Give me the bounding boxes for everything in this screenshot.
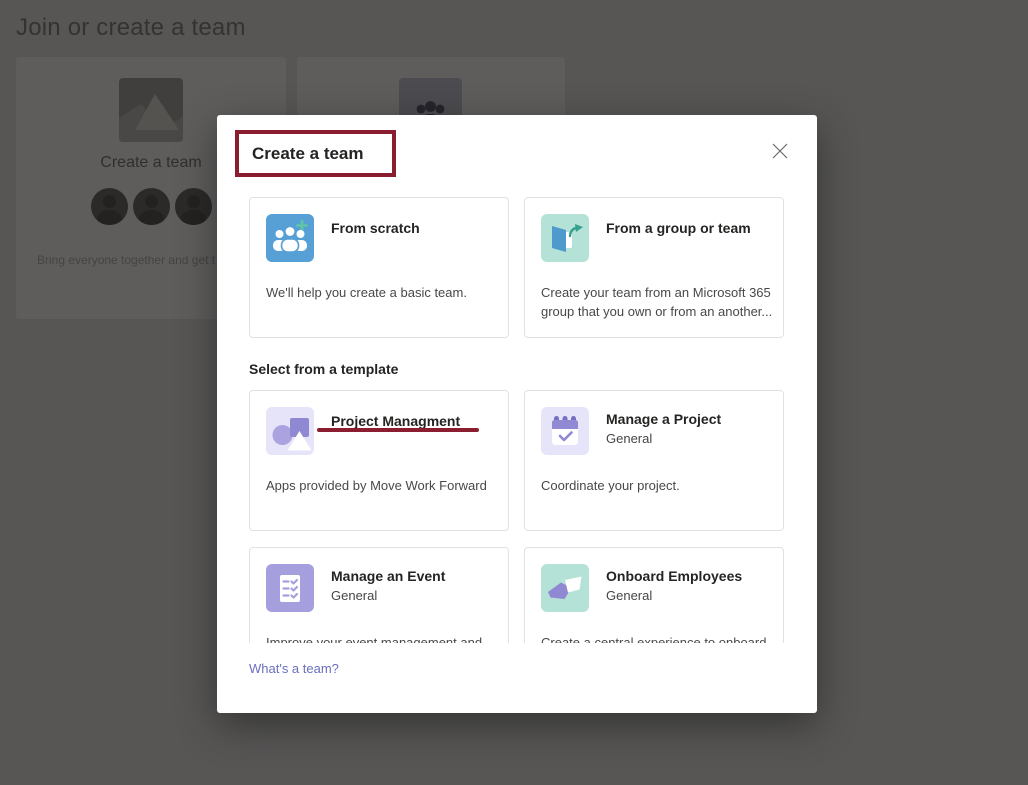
handshake-icon — [541, 564, 589, 612]
teams-join-create-page: Join or create a team Create a team Brin… — [0, 0, 1028, 785]
checklist-icon — [266, 564, 314, 612]
avatar — [175, 188, 212, 225]
template-card-onboard-employees[interactable]: Onboard Employees General Create a centr… — [524, 547, 784, 643]
group-door-arrow-icon — [541, 214, 589, 262]
whats-a-team-link[interactable]: What's a team? — [249, 661, 339, 676]
avatar — [91, 188, 128, 225]
template-card-manage-a-project[interactable]: Manage a Project General Coordinate your… — [524, 390, 784, 531]
option-title: From a group or team — [606, 220, 751, 236]
template-section-heading: Select from a template — [249, 361, 398, 377]
calendar-check-icon — [541, 407, 589, 455]
template-description: Coordinate your project. — [541, 476, 773, 495]
background-card-description: Bring everyone together and get t — [37, 253, 215, 267]
template-card-manage-an-event[interactable]: Manage an Event General Improve your eve… — [249, 547, 509, 643]
template-description: Create a central experience to onboard — [541, 633, 773, 643]
dialog-title: Create a team — [252, 144, 364, 164]
template-card-project-managment[interactable]: Project Managment Apps provided by Move … — [249, 390, 509, 531]
option-card-from-group[interactable]: From a group or team Create your team fr… — [524, 197, 784, 338]
option-description: We'll help you create a basic team. — [266, 283, 498, 302]
create-team-dialog: Create a team From scratch We'll help yo… — [217, 115, 817, 713]
people-plus-icon — [266, 214, 314, 262]
template-subtitle: General — [606, 431, 652, 446]
shapes-icon — [266, 407, 314, 455]
option-description: Create your team from an Microsoft 365 g… — [541, 283, 773, 321]
avatar — [133, 188, 170, 225]
template-title: Project Managment — [331, 413, 460, 429]
template-scroll-area[interactable]: Project Managment Apps provided by Move … — [217, 385, 817, 643]
template-description: Apps provided by Move Work Forward — [266, 476, 498, 495]
page-title: Join or create a team — [16, 14, 246, 42]
template-title: Onboard Employees — [606, 568, 742, 584]
template-subtitle: General — [606, 588, 652, 603]
abstract-image-icon — [119, 78, 183, 142]
annotation-box: Create a team — [235, 130, 396, 177]
template-description: Improve your event management and — [266, 633, 498, 643]
template-subtitle: General — [331, 588, 377, 603]
close-button[interactable] — [768, 139, 792, 163]
option-card-from-scratch[interactable]: From scratch We'll help you create a bas… — [249, 197, 509, 338]
annotation-underline — [317, 428, 479, 432]
template-title: Manage a Project — [606, 411, 721, 427]
template-title: Manage an Event — [331, 568, 445, 584]
x-close-icon — [768, 139, 792, 163]
option-title: From scratch — [331, 220, 420, 236]
